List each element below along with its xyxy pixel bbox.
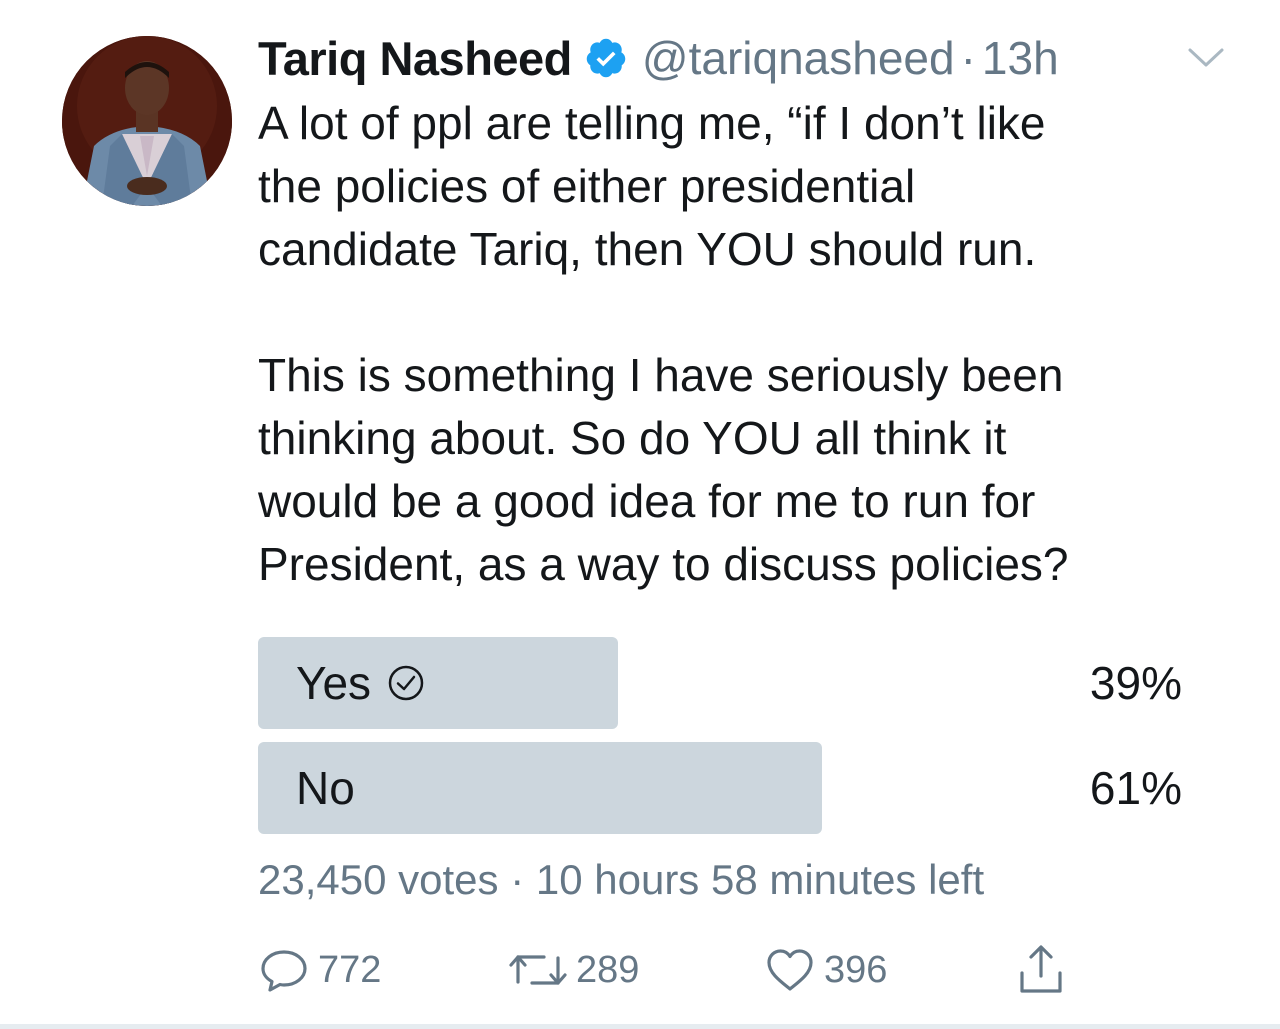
tweet-text: A lot of ppl are telling me, “if I don’t… [258, 97, 1069, 590]
retweet-count: 289 [576, 948, 640, 991]
header-separator: · [960, 32, 976, 84]
share-button[interactable] [1014, 940, 1068, 1000]
retweet-button[interactable]: 289 [508, 940, 639, 1000]
tweet-actions: 772 289 396 [258, 940, 1078, 1000]
poll-option-label: No [296, 762, 355, 814]
poll-time-left: 10 hours 58 minutes left [535, 856, 985, 903]
poll-option-yes: Yes 39% [258, 637, 1182, 729]
like-count: 396 [824, 948, 888, 991]
reply-icon [261, 950, 307, 992]
poll-percent: 39% [1089, 657, 1182, 709]
divider [0, 1024, 1280, 1029]
check-circle-icon [388, 665, 424, 701]
poll-meta-separator: · [510, 856, 525, 903]
poll-percent: 61% [1089, 762, 1182, 814]
heart-icon [767, 949, 813, 991]
author-handle[interactable]: @tariqnasheed [642, 31, 955, 85]
poll: Yes 39% No 61% [258, 637, 1182, 847]
chevron-down-icon[interactable] [1186, 42, 1226, 72]
share-icon [1020, 945, 1062, 993]
avatar-photo [62, 36, 232, 206]
poll-option-label: Yes [296, 657, 372, 709]
poll-meta: 23,450 votes · 10 hours 58 minutes left [258, 856, 984, 904]
poll-votes: 23,450 votes [258, 856, 499, 903]
author-name[interactable]: Tariq Nasheed [258, 31, 572, 86]
verified-badge-icon [586, 38, 626, 78]
tweet: Tariq Nasheed @tariqnasheed · 13h A lot … [0, 0, 1280, 1029]
retweet-icon [509, 955, 567, 985]
poll-option-no: No 61% [258, 742, 1182, 834]
reply-count: 772 [318, 948, 382, 991]
tweet-header: Tariq Nasheed @tariqnasheed · 13h [258, 28, 1059, 88]
reply-button[interactable]: 772 [258, 940, 381, 1000]
like-button[interactable]: 396 [764, 940, 887, 1000]
tweet-timestamp[interactable]: 13h [982, 31, 1059, 85]
avatar[interactable] [62, 36, 232, 206]
